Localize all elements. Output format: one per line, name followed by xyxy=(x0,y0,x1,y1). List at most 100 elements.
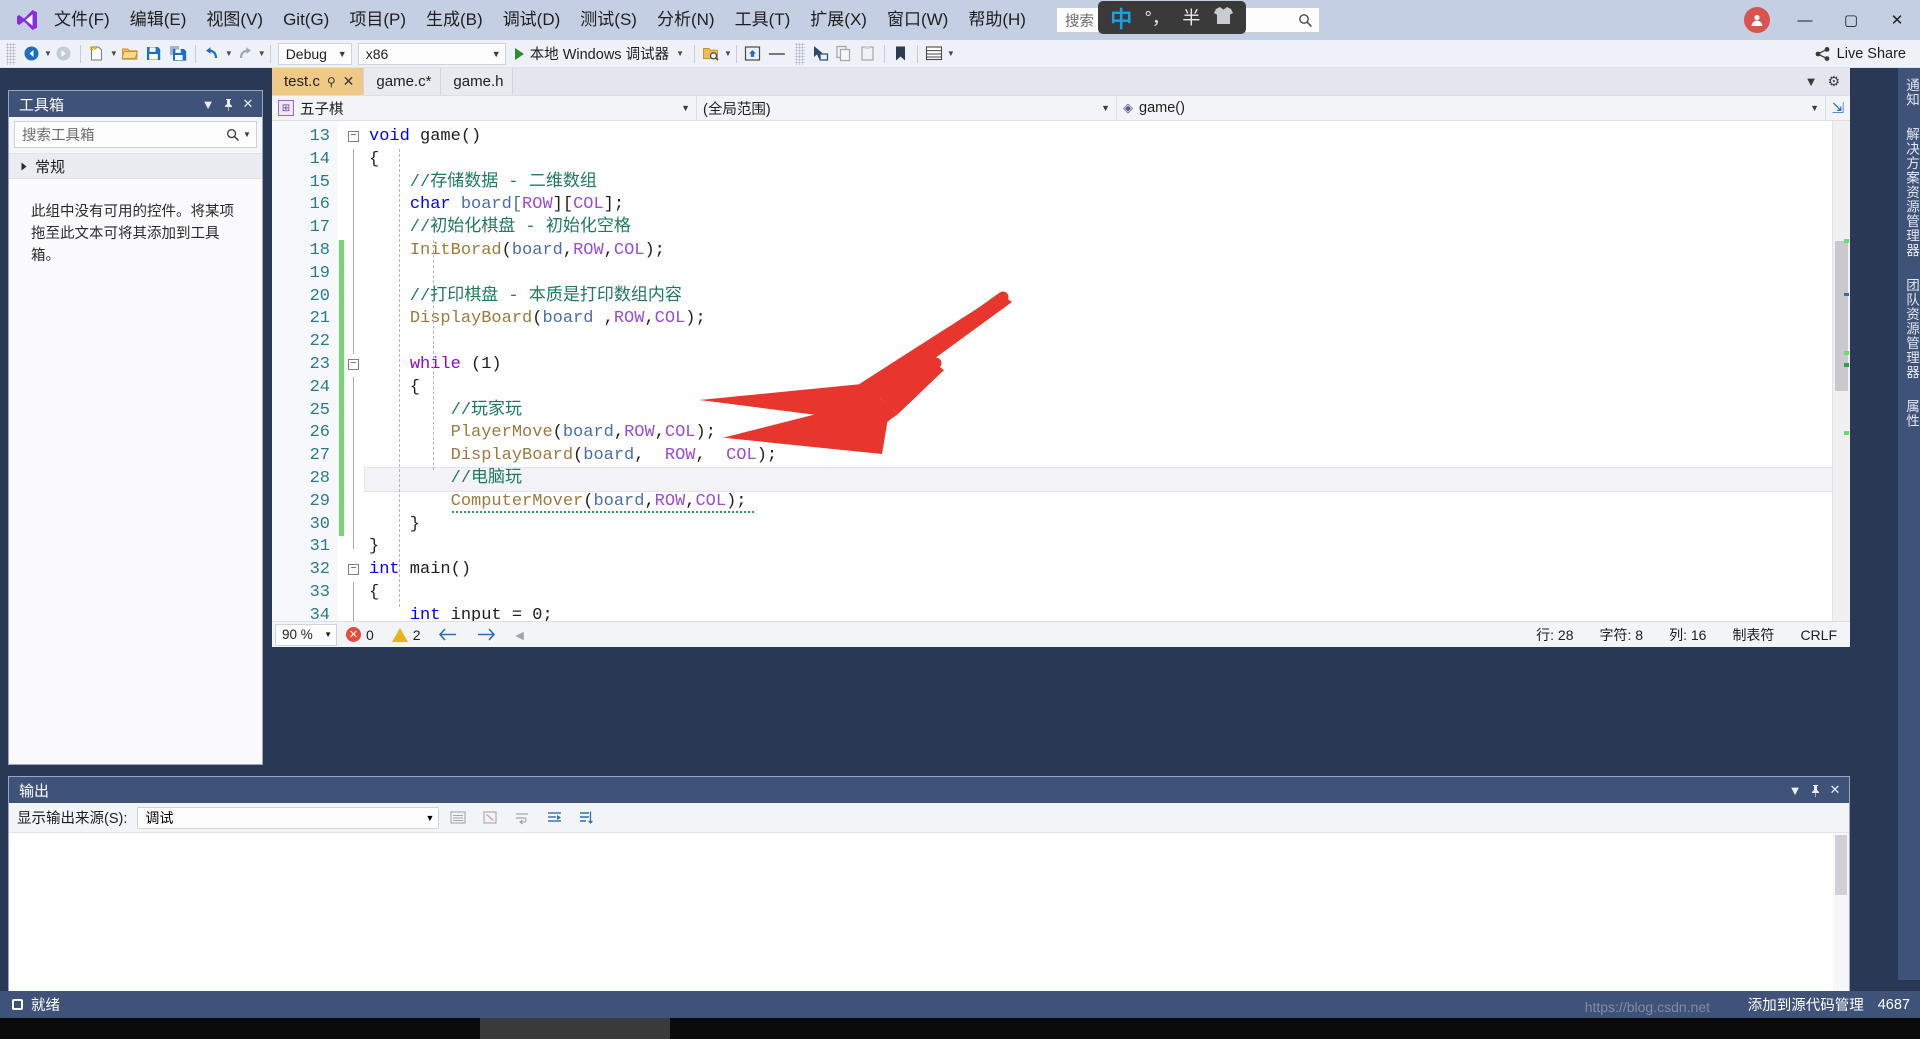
collapse-icon[interactable]: − xyxy=(348,131,359,142)
menu-debug[interactable]: 调试(D) xyxy=(493,0,571,40)
save-icon[interactable] xyxy=(142,41,166,67)
zoom-level-select[interactable]: 90 % ▼ xyxy=(275,623,337,646)
code-line[interactable]: int main() xyxy=(365,559,1832,582)
navigate-backward-dropdown-icon[interactable]: ▼ xyxy=(44,49,52,58)
navbar-member-select[interactable]: ◈ game() ▼ xyxy=(1117,96,1826,120)
copy-icon[interactable] xyxy=(832,41,856,67)
code-line[interactable]: } xyxy=(365,514,1832,537)
properties-window-icon[interactable] xyxy=(922,41,946,67)
warning-count[interactable]: 2 xyxy=(383,622,430,648)
previous-issue-button[interactable] xyxy=(430,622,467,648)
outlining-cell[interactable]: − xyxy=(345,559,365,582)
chevron-down-icon[interactable]: ▼ xyxy=(243,130,251,139)
code-line[interactable]: } xyxy=(365,536,1832,559)
code-line[interactable]: InitBorad(board,ROW,COL); xyxy=(365,240,1832,263)
outlining-margin[interactable]: −−−− xyxy=(345,121,365,621)
close-button[interactable]: ✕ xyxy=(1874,0,1920,40)
error-count[interactable]: ✕ 0 xyxy=(337,622,383,648)
ime-punctuation-label[interactable]: °， xyxy=(1145,9,1170,27)
close-icon[interactable]: ✕ xyxy=(1825,779,1845,801)
taskbar-active-window[interactable] xyxy=(480,1018,670,1039)
code-line[interactable]: void game() xyxy=(365,126,1832,149)
tab-test-c[interactable]: test.c ⚲ ✕ xyxy=(272,68,365,95)
new-file-icon[interactable] xyxy=(85,41,109,67)
menu-git[interactable]: Git(G) xyxy=(273,0,339,40)
minimize-button[interactable]: — xyxy=(1782,0,1828,40)
menu-file[interactable]: 文件(F) xyxy=(44,0,120,40)
redo-dropdown-icon[interactable]: ▼ xyxy=(258,49,266,58)
code-line[interactable]: //初始化棋盘 - 初始化空格 xyxy=(365,217,1832,240)
user-avatar[interactable] xyxy=(1744,7,1770,33)
toolbar-grip-2[interactable] xyxy=(794,42,805,65)
toolbox-search-input[interactable]: 搜索工具箱 ▼ xyxy=(14,121,257,148)
code-line[interactable]: while (1) xyxy=(365,354,1832,377)
code-text[interactable]: void game() { //存储数据 - 二维数组 char board[RO… xyxy=(364,121,1833,621)
chevron-down-icon[interactable]: ▼ xyxy=(1805,74,1818,89)
output-source-select[interactable]: 调试 ▼ xyxy=(137,806,440,829)
maximize-button[interactable]: ▢ xyxy=(1828,0,1874,40)
pin-icon[interactable] xyxy=(218,93,238,115)
ime-mode-label[interactable]: 中 xyxy=(1110,2,1132,34)
open-folder-icon[interactable] xyxy=(118,41,142,67)
new-file-dropdown-icon[interactable]: ▼ xyxy=(110,49,118,58)
ime-width-label[interactable]: 半 xyxy=(1182,9,1200,27)
code-line[interactable]: int input = 0; xyxy=(365,605,1832,621)
shirt-icon[interactable] xyxy=(1213,6,1234,30)
ime-indicator[interactable]: 中 °， 半 xyxy=(1098,1,1246,34)
output-settings-icon[interactable] xyxy=(573,806,599,830)
close-icon[interactable]: ✕ xyxy=(343,73,355,90)
chevron-down-icon[interactable]: ▼ xyxy=(198,93,218,115)
split-editor-icon[interactable]: ⇲ xyxy=(1826,99,1850,117)
collapse-icon[interactable]: ― xyxy=(765,41,789,67)
solution-configuration-select[interactable]: Debug ▼ xyxy=(277,42,352,65)
tab-game-c[interactable]: game.c* xyxy=(364,68,442,95)
code-line[interactable]: //打印棋盘 - 本质是打印数组内容 xyxy=(365,286,1832,309)
menu-project[interactable]: 项目(P) xyxy=(339,0,416,40)
code-line[interactable]: { xyxy=(365,582,1832,605)
undo-dropdown-icon[interactable]: ▼ xyxy=(225,49,233,58)
menu-window[interactable]: 窗口(W) xyxy=(877,0,958,40)
settings-gear-icon[interactable]: ⚙ xyxy=(1827,73,1840,90)
menu-edit[interactable]: 编辑(E) xyxy=(120,0,197,40)
start-debugging-dropdown-icon[interactable]: ▼ xyxy=(676,49,684,58)
code-line[interactable]: //玩家玩 xyxy=(365,400,1832,423)
navigate-backward-button[interactable] xyxy=(19,41,43,67)
start-debugging-button[interactable]: 本地 Windows 调试器 ▼ xyxy=(509,41,690,67)
code-line[interactable]: { xyxy=(365,377,1832,400)
chevron-down-icon[interactable]: ▼ xyxy=(1785,779,1805,801)
output-clear-icon[interactable] xyxy=(477,806,503,830)
output-go-to-icon[interactable] xyxy=(541,806,567,830)
collapse-icon[interactable]: − xyxy=(348,358,359,370)
toolbar-overflow-icon[interactable]: ▼ xyxy=(947,49,955,58)
pointer-select-icon[interactable] xyxy=(808,41,832,67)
code-line[interactable]: ComputerMover(board,ROW,COL); xyxy=(365,491,1832,514)
dock-tab-solution-explorer[interactable]: 解决方案资源管理器 xyxy=(1898,117,1920,268)
bookmark-icon[interactable] xyxy=(889,41,913,67)
menu-view[interactable]: 视图(V) xyxy=(196,0,273,40)
solution-platform-select[interactable]: x86 ▼ xyxy=(357,42,506,65)
scrollbar-thumb[interactable] xyxy=(1835,241,1848,391)
menu-test[interactable]: 测试(S) xyxy=(570,0,647,40)
menu-analyze[interactable]: 分析(N) xyxy=(647,0,725,40)
output-wrap-icon[interactable] xyxy=(509,806,535,830)
code-line[interactable]: DisplayBoard(board, ROW, COL); xyxy=(365,445,1832,468)
redo-icon[interactable] xyxy=(233,41,257,67)
code-line[interactable]: //存储数据 - 二维数组 xyxy=(365,172,1832,195)
menu-tools[interactable]: 工具(T) xyxy=(725,0,801,40)
add-to-source-control-label[interactable]: 添加到源代码管理 xyxy=(1748,994,1864,1015)
close-icon[interactable]: ✕ xyxy=(238,93,258,115)
menu-build[interactable]: 生成(B) xyxy=(416,0,493,40)
code-line[interactable]: DisplayBoard(board ,ROW,COL); xyxy=(365,308,1832,331)
tab-game-h[interactable]: game.h xyxy=(441,68,514,95)
navbar-project-select[interactable]: ⊞ 五子棋 ▼ xyxy=(272,96,697,120)
editor-vertical-scrollbar[interactable] xyxy=(1832,121,1850,621)
pin-icon[interactable] xyxy=(1805,779,1825,801)
code-line[interactable] xyxy=(365,331,1832,354)
outlining-cell[interactable]: − xyxy=(345,354,365,377)
code-editor-surface[interactable]: 13 14 15 16 17 18 19 20 21 22 23 24 25 26 27 28 29 30 31 32… xyxy=(272,121,1850,621)
collapse-icon[interactable]: − xyxy=(348,564,359,576)
code-line[interactable]: char board[ROW][COL]; xyxy=(365,194,1832,217)
output-list-icon[interactable] xyxy=(445,806,471,830)
home-icon[interactable] xyxy=(741,41,765,67)
scroll-left-button[interactable]: ◄ xyxy=(504,622,536,648)
